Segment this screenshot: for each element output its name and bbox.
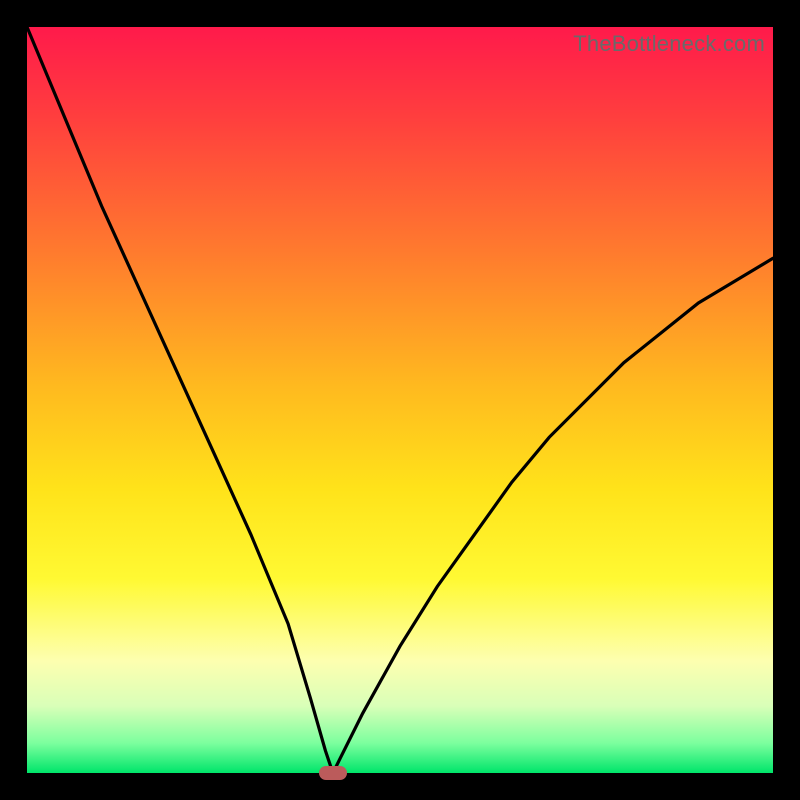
optimal-point-marker — [319, 766, 347, 780]
watermark-text: TheBottleneck.com — [573, 31, 765, 57]
bottleneck-curve — [27, 27, 773, 773]
chart-plot-area: TheBottleneck.com — [27, 27, 773, 773]
